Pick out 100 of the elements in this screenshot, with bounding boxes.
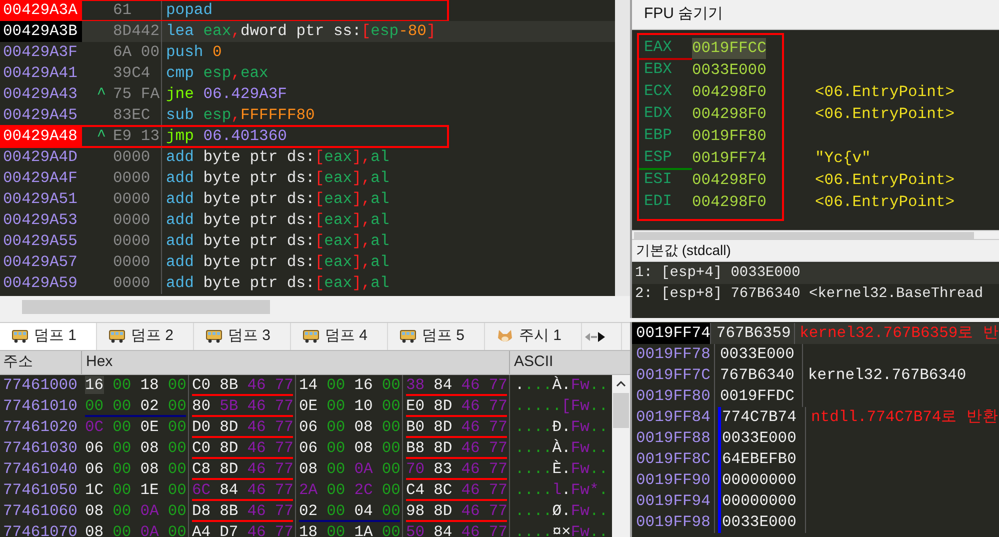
address-cell-text: 00429A41: [2, 63, 78, 84]
ascii-text: ....¤×Fw..: [514, 522, 608, 537]
hex-bytes: 6C 84 46 77: [192, 481, 294, 501]
comment-cell-text: kernel32.767B6359로 반: [798, 323, 999, 344]
hex-bytes: C0 8D 46 77: [192, 439, 294, 459]
ascii-text: ....À.Fw..: [514, 375, 608, 396]
register-comment: <06.EntryPoint>: [815, 192, 955, 212]
hex-bytes: 70 83 46 77: [406, 460, 508, 480]
instruction-text: popad: [165, 0, 213, 21]
bytes-cell-text: 0000: [112, 273, 150, 294]
bytes-cell-text: 75 FA: [112, 84, 160, 105]
register-value[interactable]: 0019FF74: [692, 148, 766, 168]
address-cell: 0019FF94: [632, 491, 715, 512]
register-name: EDI: [643, 190, 673, 212]
bytes-cell-text: 0000: [112, 252, 150, 273]
instruction-text: add byte ptr ds:[eax],al: [165, 231, 390, 252]
calling-convention-label: 기본값 (stdcall): [636, 241, 731, 260]
instruction-text: cmp esp,eax: [165, 63, 268, 84]
register-value[interactable]: 0019FF80: [692, 126, 766, 146]
bytes-cell-text: 61: [112, 0, 132, 21]
hex-bytes: C4 8C 46 77: [406, 481, 508, 501]
address-cell: 00429A48: [0, 126, 82, 147]
hex-bytes: 06 00 08 00: [85, 460, 186, 480]
bytes-cell-text: 0000: [112, 231, 150, 252]
address-cell: 0019FF8C: [632, 449, 715, 470]
pet-icon: [497, 329, 513, 344]
register-value[interactable]: 004298F0: [692, 170, 766, 190]
scroll-tabs-icon[interactable]: [584, 330, 606, 344]
hex-bytes: 38 84 46 77: [406, 376, 508, 396]
vertical-scrollbar[interactable]: [615, 0, 630, 296]
hex-bytes: 50 84 46 77: [406, 523, 508, 537]
address-cell: 0019FF7C: [632, 365, 715, 386]
column-header[interactable]: 주소: [0, 351, 82, 374]
hide-fpu-button[interactable]: FPU 숨기기: [644, 3, 724, 26]
dump-tab[interactable]: [582, 323, 622, 350]
register-value[interactable]: 0019FFCC: [692, 38, 766, 58]
instruction-text: add byte ptr ds:[eax],al: [165, 210, 390, 231]
address-cell: 0019FF88: [632, 428, 715, 449]
bytes-cell-text: 0000: [112, 210, 150, 231]
scroll-up-icon[interactable]: [616, 380, 626, 387]
instruction-text: jne 06.429A3F: [165, 84, 287, 105]
hex-bytes: 00 00 02 00: [85, 397, 186, 417]
register-comment: <06.EntryPoint>: [815, 82, 955, 102]
register-name: ESI: [643, 168, 673, 190]
hex-bytes: 08 00 0A 00: [85, 523, 186, 537]
truck-icon: [109, 330, 125, 343]
address-cell-text: 77461050: [2, 480, 78, 501]
column-header[interactable]: Hex: [82, 351, 510, 374]
jump-arrow: ^: [96, 84, 106, 105]
hex-bytes: E0 8D 46 77: [406, 397, 508, 417]
address-cell-text: 00429A57: [2, 252, 78, 273]
hex-bytes: 0E 00 10 00: [299, 397, 400, 417]
hex-bytes: 1C 00 1E 00: [85, 481, 186, 501]
address-cell: 00429A3A: [0, 0, 82, 21]
register-value[interactable]: 004298F0: [692, 82, 766, 102]
bytes-cell-text: 0000: [112, 147, 150, 168]
hex-bytes: A4 D7 46 77: [192, 523, 294, 537]
address-cell-text: 77461000: [2, 375, 78, 396]
comment-cell-text: ntdll.774C7B74로 반환: [810, 407, 999, 428]
instruction-text: sub esp,FFFFFF80: [165, 105, 315, 126]
register-name: EDX: [643, 102, 673, 124]
bytes-cell-text: 39C4: [112, 63, 150, 84]
register-comment: "Yc{v": [815, 148, 871, 168]
register-value[interactable]: 004298F0: [692, 104, 766, 124]
instruction-text: add byte ptr ds:[eax],al: [165, 189, 390, 210]
register-comment: <06.EntryPoint>: [815, 104, 955, 124]
truck-icon: [206, 330, 222, 343]
address-cell-text: 77461040: [2, 459, 78, 480]
value-cell: 00000000: [722, 491, 796, 512]
dump-tab[interactable]: 덤프 1: [0, 323, 97, 350]
instruction-text: add byte ptr ds:[eax],al: [165, 147, 390, 168]
register-comment: <06.EntryPoint>: [815, 170, 955, 190]
hex-bytes: 06 00 08 00: [299, 439, 400, 459]
register-name: ESP: [639, 146, 692, 170]
truck-icon: [400, 330, 416, 343]
hex-bytes: 18 00 1A 00: [299, 523, 400, 537]
hex-bytes: D8 8B 46 77: [192, 502, 294, 522]
instruction-text: add byte ptr ds:[eax],al: [165, 168, 390, 189]
hex-bytes: D0 8D 46 77: [192, 418, 294, 438]
value-cell: 767B6340: [720, 365, 794, 386]
column-header[interactable]: ASCII: [510, 351, 630, 374]
address-cell: 0019FF90: [632, 470, 715, 491]
address-cell-text: 00429A59: [2, 273, 78, 294]
hex-bytes: 14 00 16 00: [299, 376, 400, 396]
address-cell-text: 77461070: [2, 522, 78, 537]
address-cell-text: 77461030: [2, 438, 78, 459]
address-cell: 0019FF84: [632, 407, 715, 428]
register-name: EBX: [643, 58, 673, 80]
register-value[interactable]: 0033E000: [692, 60, 766, 80]
hex-bytes: C0 8B 46 77: [192, 376, 294, 396]
register-value[interactable]: 004298F0: [692, 192, 766, 212]
address-cell: 0019FF78: [632, 344, 715, 365]
address-cell: 00429A3B: [0, 21, 82, 42]
instruction-text: add byte ptr ds:[eax],al: [165, 273, 390, 294]
bytes-cell-text: E9 13: [112, 126, 160, 147]
address-cell-text: 00429A43: [2, 84, 78, 105]
register-name: EBP: [643, 124, 673, 146]
value-cell: 0033E000: [722, 512, 796, 533]
horizontal-scrollbar[interactable]: [632, 230, 999, 240]
address-cell: 0019FF98: [632, 512, 715, 533]
